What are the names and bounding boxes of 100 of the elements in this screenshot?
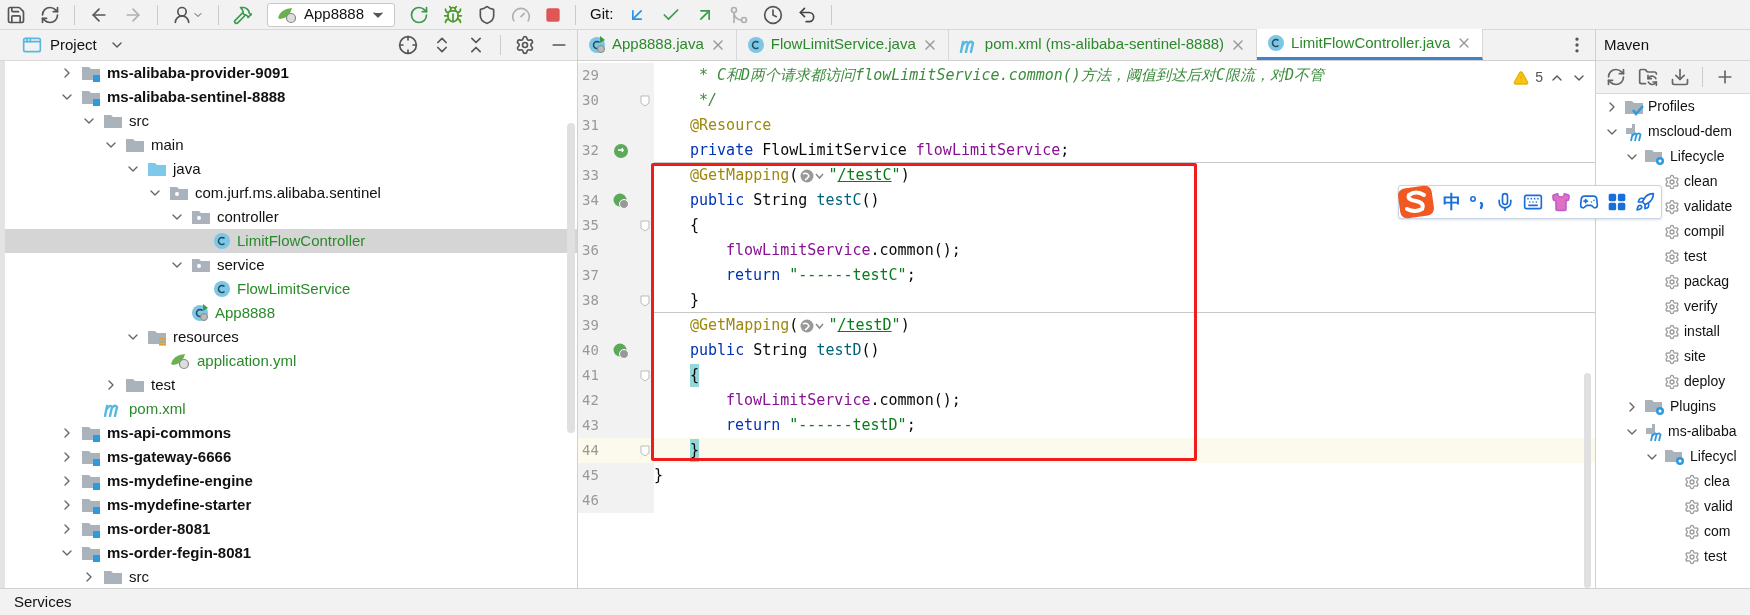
tree-item[interactable]: application.yml xyxy=(5,349,577,373)
tree-item[interactable]: src xyxy=(5,109,577,133)
editor-tab[interactable]: App8888.java xyxy=(578,29,737,60)
tree-item[interactable]: ms-api-commons xyxy=(5,421,577,445)
tree-item[interactable]: ms-mydefine-engine xyxy=(5,469,577,493)
tree-item[interactable]: App8888 xyxy=(5,301,577,325)
tree-item[interactable]: java xyxy=(5,157,577,181)
scrollbar-thumb[interactable] xyxy=(567,123,575,433)
gear-icon xyxy=(1664,298,1680,315)
maven-tree-item[interactable]: clea xyxy=(1596,469,1750,494)
folder-gear-icon xyxy=(1644,147,1666,166)
fold-marker-icon[interactable] xyxy=(640,369,650,382)
maven-tree-item[interactable]: Lifecycle xyxy=(1596,144,1750,169)
editor-tab[interactable]: LimitFlowController.java xyxy=(1257,29,1484,60)
bug-icon[interactable] xyxy=(443,4,464,25)
tree-item[interactable]: main xyxy=(5,133,577,157)
tree-item[interactable]: src xyxy=(5,565,577,588)
download-icon[interactable] xyxy=(1670,67,1690,87)
fold-marker-icon[interactable] xyxy=(640,444,650,457)
save-icon[interactable] xyxy=(6,4,26,25)
editor-tab[interactable]: FlowLimitService.java xyxy=(736,29,949,60)
tree-label: validate xyxy=(1684,197,1733,216)
maven-tree-item[interactable]: ms-alibaba xyxy=(1596,419,1750,444)
ime-logo-icon[interactable] xyxy=(1397,184,1435,220)
rerun-icon[interactable] xyxy=(409,4,430,25)
tree-label: service xyxy=(217,254,265,275)
maven-tree-item[interactable]: Lifecycl xyxy=(1596,444,1750,469)
hammer-icon[interactable] xyxy=(233,4,253,25)
project-view-dropdown[interactable]: Project xyxy=(50,33,125,57)
reload-icon[interactable] xyxy=(1606,67,1626,87)
folder-icon xyxy=(125,136,145,154)
web-endpoint-icon[interactable] xyxy=(613,342,629,359)
tree-item[interactable]: pom.xml xyxy=(5,397,577,421)
folder-icon xyxy=(191,256,211,274)
tree-item[interactable]: ms-mydefine-starter xyxy=(5,493,577,517)
clock-icon[interactable] xyxy=(763,4,784,25)
maven-tree-item[interactable]: verify xyxy=(1596,294,1750,319)
sync-icon[interactable] xyxy=(40,4,60,25)
tree-item[interactable]: com.jurf.ms.alibaba.sentinel xyxy=(5,181,577,205)
tree-item[interactable]: ms-order-8081 xyxy=(5,517,577,541)
maven-tree-item[interactable]: valid xyxy=(1596,494,1750,519)
gear-icon xyxy=(1664,198,1680,215)
services-tab[interactable]: Services xyxy=(14,590,72,614)
maven-tree-item[interactable]: compil xyxy=(1596,219,1750,244)
shield-icon[interactable] xyxy=(477,4,498,25)
web-endpoint-icon[interactable] xyxy=(613,192,629,209)
line-number: 30 xyxy=(581,91,600,110)
tree-label: src xyxy=(129,566,149,587)
maven-tree-item[interactable]: Plugins xyxy=(1596,394,1750,419)
rocket-icon[interactable] xyxy=(1635,192,1655,212)
tree-item[interactable]: FlowLimitService xyxy=(5,277,577,301)
shirt-icon[interactable] xyxy=(1551,192,1571,212)
maven-tree-item[interactable]: mscloud-dem xyxy=(1596,119,1750,144)
microphone-icon[interactable] xyxy=(1495,192,1515,212)
maven-tree-item[interactable]: test xyxy=(1596,244,1750,269)
maven-tree-item[interactable]: com xyxy=(1596,519,1750,544)
code-line: @GetMapping( "/testD") xyxy=(690,315,910,337)
settings-icon[interactable] xyxy=(515,35,535,55)
line-number: 42 xyxy=(581,391,600,410)
locate-icon[interactable] xyxy=(398,35,418,55)
input-mode-toggle[interactable]: 中 xyxy=(1443,188,1461,216)
tree-item[interactable]: ms-order-fegin-8081 xyxy=(5,541,577,565)
folder-sync-icon[interactable] xyxy=(1638,67,1658,87)
maven-tree-item[interactable]: site xyxy=(1596,344,1750,369)
tree-item[interactable]: ms-alibaba-sentinel-8888 xyxy=(5,85,577,109)
tree-item[interactable]: ms-gateway-6666 xyxy=(5,445,577,469)
maven-tree-item[interactable]: deploy xyxy=(1596,369,1750,394)
tree-item[interactable]: resources xyxy=(5,325,577,349)
code-line: public String testD() xyxy=(690,340,880,362)
maven-tree-item[interactable]: test xyxy=(1596,544,1750,569)
tree-item[interactable]: test xyxy=(5,373,577,397)
user-menu-button[interactable] xyxy=(172,4,204,25)
line-number: 38 xyxy=(581,291,600,310)
maven-tree-item[interactable]: validate xyxy=(1596,194,1750,219)
maven-tree-item[interactable]: clean xyxy=(1596,169,1750,194)
fold-marker-icon[interactable] xyxy=(640,219,650,232)
keyboard-icon[interactable] xyxy=(1523,192,1543,212)
folder-icon xyxy=(81,544,101,562)
scrollbar-thumb[interactable] xyxy=(1584,373,1591,588)
line-number: 33 xyxy=(581,166,600,185)
fold-marker-icon[interactable] xyxy=(640,294,650,307)
maven-tree-item[interactable]: Profiles xyxy=(1596,94,1750,119)
bean-icon[interactable] xyxy=(613,142,629,159)
maven-tree-item[interactable]: install xyxy=(1596,319,1750,344)
run-config-dropdown[interactable]: App8888 xyxy=(267,2,396,27)
tree-item[interactable]: service xyxy=(5,253,577,277)
gear-icon xyxy=(1684,523,1700,540)
tree-item[interactable]: controller xyxy=(5,205,577,229)
folder-icon xyxy=(103,112,123,130)
tree-item[interactable]: ms-alibaba-provider-9091 xyxy=(5,61,577,85)
grid-icon[interactable] xyxy=(1607,192,1627,212)
code-line: public String testC() xyxy=(690,190,880,212)
maven-tree-item[interactable]: packag xyxy=(1596,269,1750,294)
stop-icon[interactable] xyxy=(545,6,562,23)
gamepad-icon[interactable] xyxy=(1579,192,1599,212)
fold-marker-icon[interactable] xyxy=(640,94,650,107)
tree-label: java xyxy=(173,158,201,179)
code-line: @Resource xyxy=(690,115,772,137)
code-line: flowLimitService.common(); xyxy=(726,390,961,412)
tree-label: ms-alibaba xyxy=(1668,422,1737,441)
